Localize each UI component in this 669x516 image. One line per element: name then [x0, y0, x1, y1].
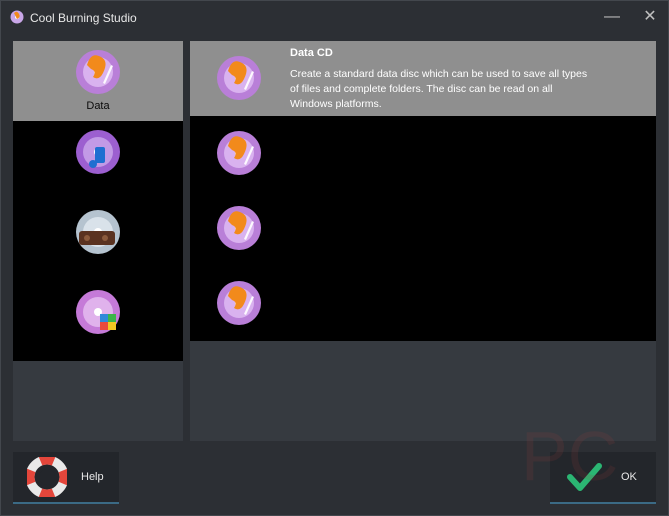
category-list: Data	[13, 41, 183, 361]
help-label: Help	[81, 471, 104, 483]
data-disc-icon	[217, 131, 261, 175]
project-panel: Data CD Create a standard data disc whic…	[190, 41, 656, 441]
category-video[interactable]	[13, 201, 183, 281]
watermark-logo: PC	[521, 417, 619, 495]
project-item[interactable]	[190, 116, 656, 191]
help-button[interactable]: Help	[13, 452, 119, 504]
category-panel: Data	[13, 41, 183, 441]
ok-label: OK	[621, 471, 637, 483]
app-logo-icon	[10, 10, 24, 24]
project-item-data-cd[interactable]: Data CD Create a standard data disc whic…	[190, 41, 656, 116]
minimize-button[interactable]: —	[601, 6, 623, 28]
data-disc-icon	[217, 206, 261, 250]
image-disc-icon	[76, 290, 120, 334]
audio-disc-icon	[76, 130, 120, 174]
lifebuoy-icon	[27, 457, 67, 497]
category-data[interactable]: Data	[13, 41, 183, 121]
video-disc-icon	[76, 210, 120, 254]
project-item-title: Data CD	[290, 47, 333, 59]
data-cd-icon	[217, 56, 261, 100]
app-window: Cool Burning Studio — ✕ Data Data CD Cre…	[0, 0, 669, 516]
project-item[interactable]	[190, 191, 656, 266]
close-button[interactable]: ✕	[639, 6, 661, 28]
project-item[interactable]	[190, 266, 656, 341]
project-list: Data CD Create a standard data disc whic…	[190, 41, 656, 341]
titlebar: Cool Burning Studio — ✕	[1, 1, 668, 33]
category-audio[interactable]	[13, 121, 183, 201]
window-title: Cool Burning Studio	[30, 11, 137, 25]
data-disc-flame-icon	[76, 50, 120, 94]
project-item-description: Create a standard data disc which can be…	[290, 68, 588, 110]
data-disc-icon	[217, 281, 261, 325]
category-label: Data	[86, 100, 110, 112]
category-image[interactable]	[13, 281, 183, 361]
